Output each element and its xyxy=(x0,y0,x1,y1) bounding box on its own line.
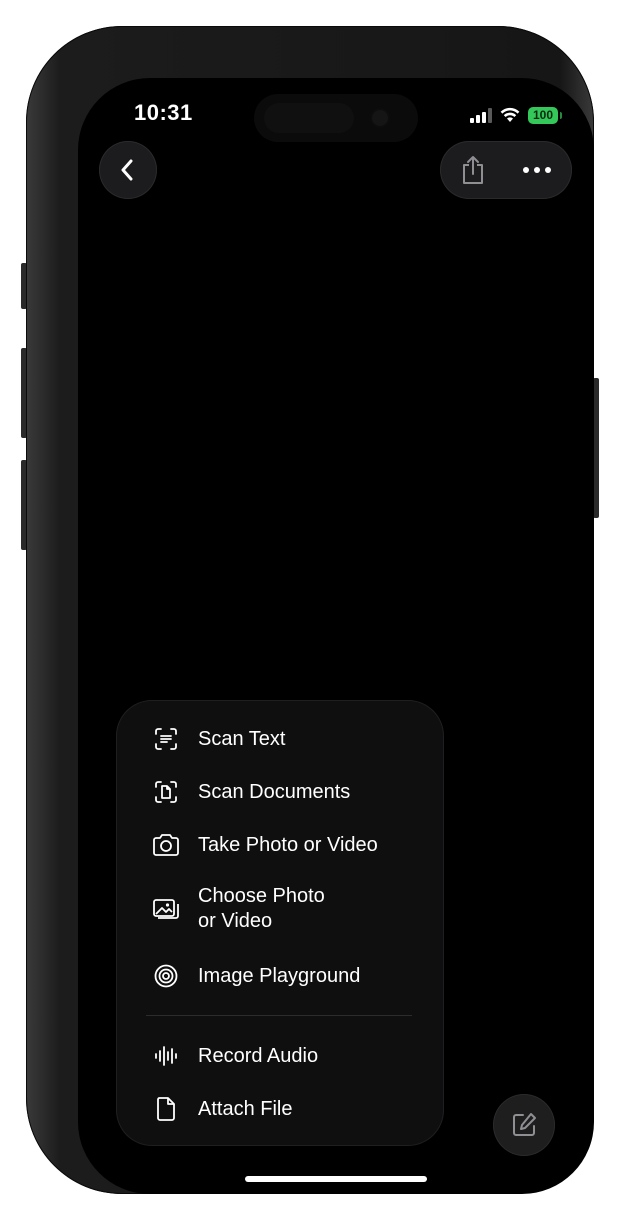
wifi-icon xyxy=(500,107,520,122)
menu-divider xyxy=(146,1015,412,1016)
dynamic-island xyxy=(254,94,418,142)
menu-item-choose-photo[interactable]: Choose Photo or Video xyxy=(116,876,444,942)
compose-button[interactable] xyxy=(493,1094,555,1156)
camera-icon xyxy=(152,831,180,859)
menu-item-label: Take Photo or Video xyxy=(198,833,378,856)
compose-icon xyxy=(513,1113,536,1136)
menu-item-label: Image Playground xyxy=(198,964,361,987)
menu-item-take-photo[interactable]: Take Photo or Video xyxy=(116,823,444,867)
battery-level: 100 xyxy=(532,108,554,122)
waveform-icon xyxy=(152,1042,180,1070)
ellipsis-icon xyxy=(523,167,551,173)
menu-item-label: Attach File xyxy=(198,1097,293,1120)
menu-item-record-audio[interactable]: Record Audio xyxy=(116,1034,444,1078)
menu-item-image-playground[interactable]: Image Playground xyxy=(116,954,444,998)
image-playground-icon xyxy=(152,962,180,990)
back-button[interactable] xyxy=(99,141,157,199)
scan-text-icon xyxy=(152,725,180,753)
photo-library-icon xyxy=(152,895,180,923)
share-icon xyxy=(463,156,483,184)
status-indicators: 100 xyxy=(470,104,562,126)
home-indicator[interactable] xyxy=(245,1176,427,1182)
island-sensor xyxy=(264,103,354,133)
menu-item-scan-text[interactable]: Scan Text xyxy=(116,717,444,761)
cellular-signal-icon xyxy=(470,107,492,123)
battery-icon: 100 xyxy=(528,106,562,124)
front-camera xyxy=(372,110,388,126)
attachment-menu: Scan Text Scan Documents Take Photo or V… xyxy=(116,700,444,1146)
chevron-left-icon xyxy=(121,159,133,181)
phone-frame: 10:31 100 Scan Text Scan Documents Take … xyxy=(26,26,594,1194)
menu-item-label: Scan Documents xyxy=(198,780,351,803)
status-time: 10:31 xyxy=(134,100,193,125)
menu-item-label: Record Audio xyxy=(198,1044,319,1067)
more-button[interactable] xyxy=(518,151,556,189)
document-icon xyxy=(152,1095,180,1123)
menu-item-scan-documents[interactable]: Scan Documents xyxy=(116,770,444,814)
toolbar-actions xyxy=(440,141,572,199)
screen: 10:31 100 Scan Text Scan Documents Take … xyxy=(78,78,594,1194)
scan-document-icon xyxy=(152,778,180,806)
menu-item-label: Choose Photo or Video xyxy=(198,885,325,932)
menu-item-label: Scan Text xyxy=(198,727,286,750)
menu-item-attach-file[interactable]: Attach File xyxy=(116,1087,444,1131)
share-button[interactable] xyxy=(454,151,492,189)
